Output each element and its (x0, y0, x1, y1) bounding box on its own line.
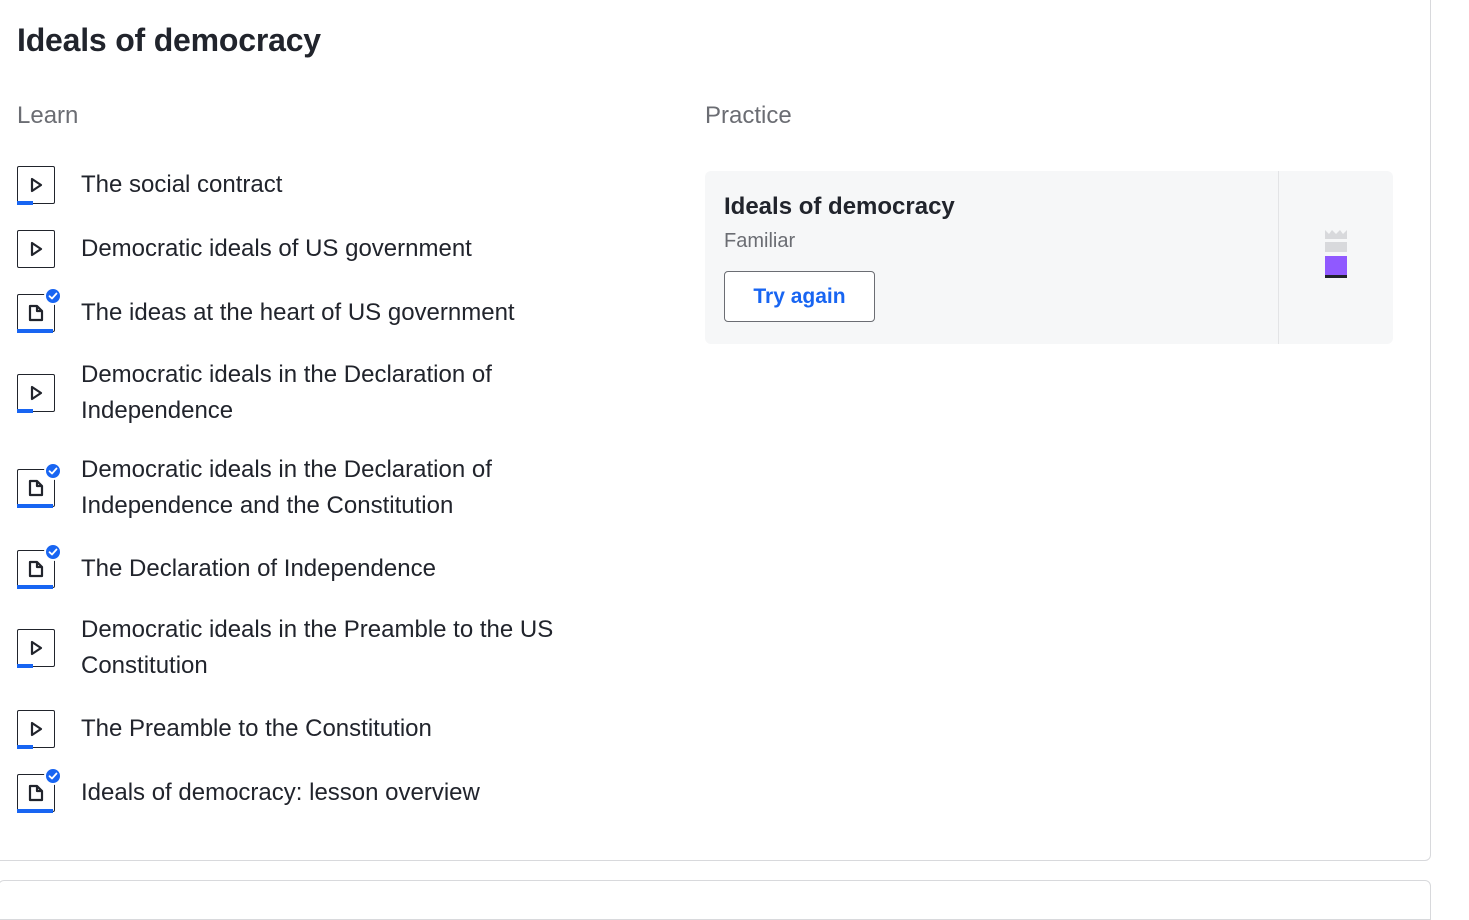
learn-item-label: The ideas at the heart of US government (81, 299, 515, 326)
learn-item-label: The social contract (81, 171, 283, 198)
learn-item[interactable]: Democratic ideals of US government (17, 230, 601, 268)
article-icon (16, 767, 62, 813)
play-icon (16, 710, 55, 749)
mastery-level: Familiar (724, 230, 796, 252)
progress-bar (16, 744, 33, 749)
learn-heading: Learn (17, 102, 79, 129)
progress-bar (16, 663, 33, 668)
exercise-title[interactable]: Ideals of democracy (724, 191, 955, 223)
practice-exercise-card: Ideals of democracy Familiar Try again (705, 171, 1393, 344)
progress-bar (16, 584, 53, 589)
progress-bar (16, 200, 33, 205)
learn-item[interactable]: The ideas at the heart of US government (16, 287, 601, 333)
next-unit-card (0, 880, 1431, 920)
learn-item-label: Democratic ideals in the Declaration of … (81, 361, 492, 424)
learn-item[interactable]: The social contract (16, 166, 601, 205)
completed-check-icon (44, 767, 62, 785)
progress-bar (16, 808, 53, 813)
play-icon (16, 629, 55, 668)
learn-item[interactable]: The Declaration of Independence (16, 543, 601, 589)
play-icon (16, 374, 55, 413)
article-icon (16, 543, 62, 589)
learn-item[interactable]: Democratic ideals in the Preamble to the… (16, 612, 601, 684)
play-icon (17, 230, 55, 268)
try-again-button[interactable]: Try again (724, 271, 875, 322)
learn-item[interactable]: The Preamble to the Constitution (16, 710, 601, 749)
learn-item-label: Democratic ideals in the Preamble to the… (81, 616, 554, 679)
learn-item-label: The Preamble to the Constitution (81, 715, 432, 742)
learn-item[interactable]: Ideals of democracy: lesson overview (16, 767, 601, 813)
completed-check-icon (44, 543, 62, 561)
learn-item-label: The Declaration of Independence (81, 555, 436, 582)
article-icon (16, 462, 62, 508)
learn-item-label: Democratic ideals of US government (81, 235, 472, 262)
progress-bar (16, 408, 33, 413)
progress-bar (16, 328, 53, 333)
completed-check-icon (44, 287, 62, 305)
completed-check-icon (44, 462, 62, 480)
progress-bar (16, 503, 53, 508)
article-icon (16, 287, 62, 333)
learn-item-label: Democratic ideals in the Declaration of … (81, 456, 492, 519)
card-divider (1278, 171, 1279, 344)
learn-item[interactable]: Democratic ideals in the Declaration of … (16, 357, 601, 429)
page-title: Ideals of democracy (17, 22, 321, 58)
play-icon (16, 166, 55, 205)
learn-item-label: Ideals of democracy: lesson overview (81, 779, 480, 806)
mastery-familiar-icon (1325, 230, 1347, 278)
practice-heading: Practice (705, 102, 792, 129)
learn-item[interactable]: Democratic ideals in the Declaration of … (16, 452, 601, 524)
